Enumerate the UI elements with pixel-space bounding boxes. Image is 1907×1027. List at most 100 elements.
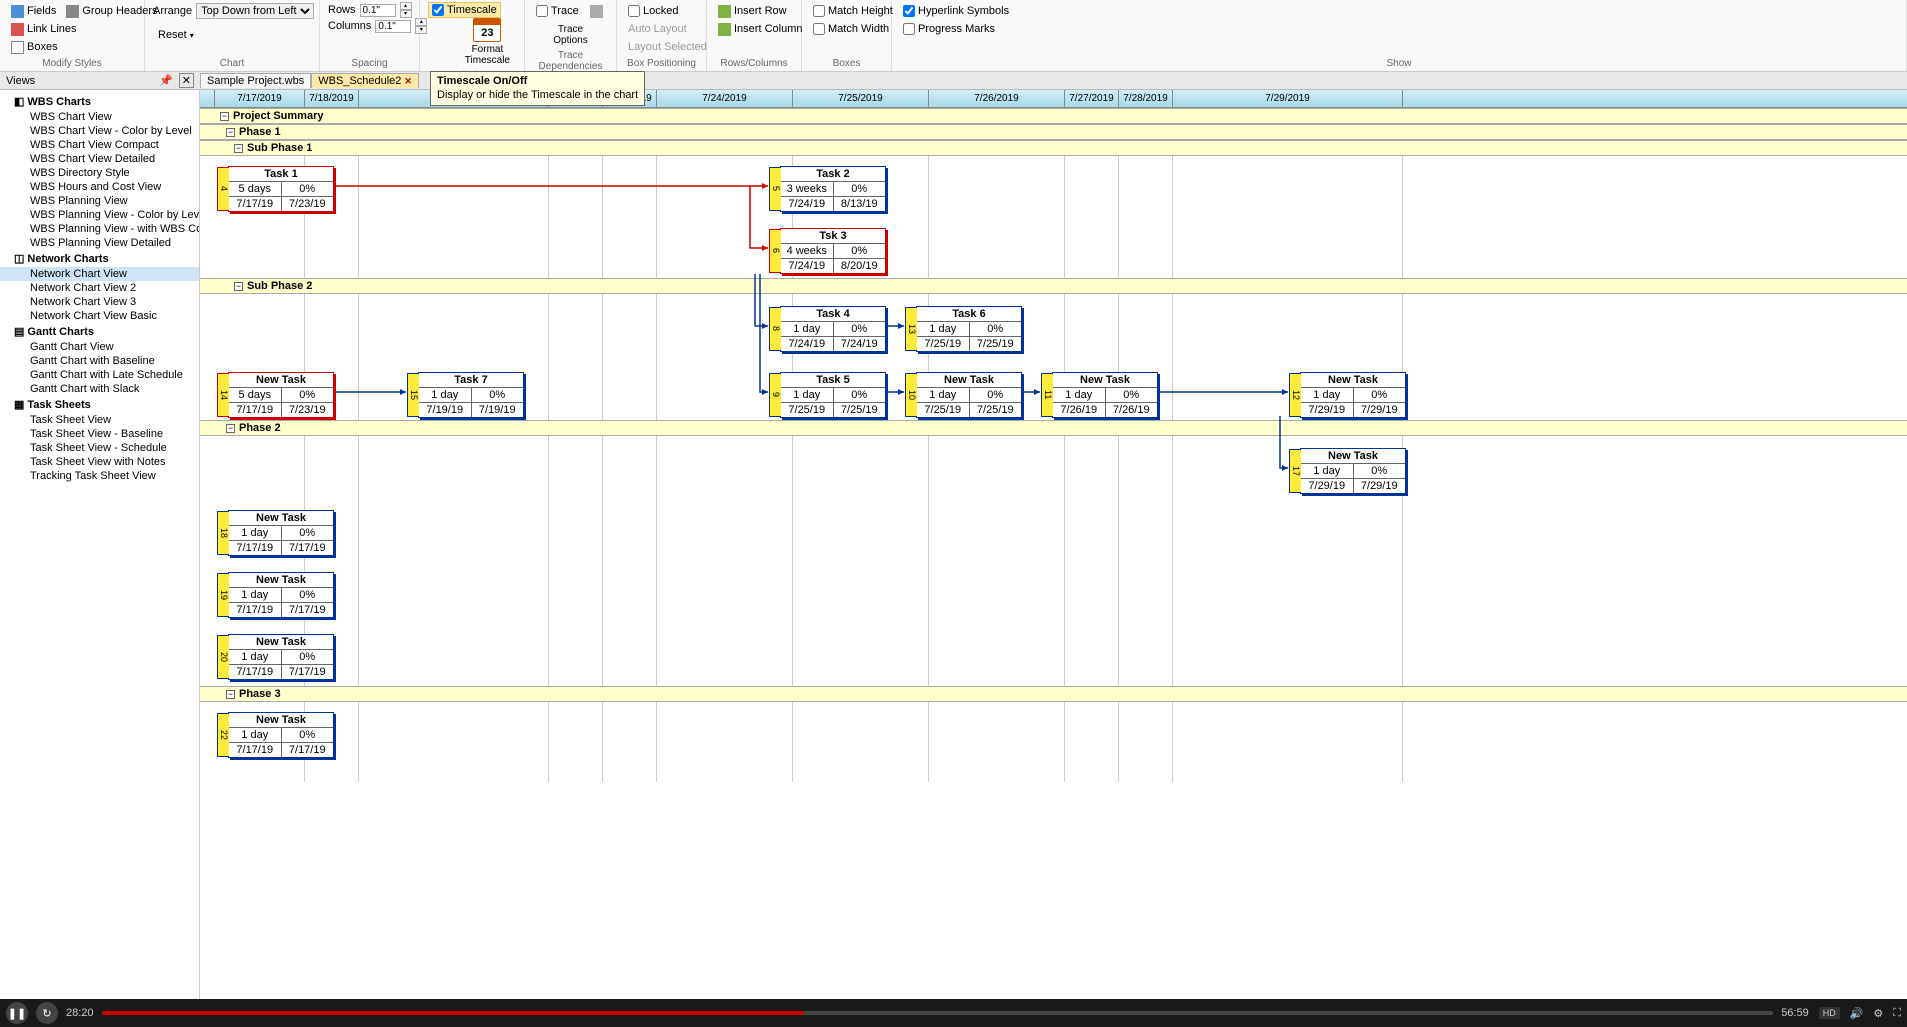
task-box[interactable]: 20New Task1 day0%7/17/197/17/19 (228, 634, 334, 680)
sidebar-item[interactable]: Task Sheet View (0, 413, 199, 427)
task-box[interactable]: 22New Task1 day0%7/17/197/17/19 (228, 712, 334, 758)
sidebar-header-network-charts[interactable]: ◫Network Charts (0, 250, 199, 267)
collapse-icon[interactable]: − (234, 144, 243, 153)
rows-columns-group-label: Rows/Columns (715, 56, 793, 69)
match-width-toggle[interactable]: Match Width (810, 22, 892, 36)
arrange-combo[interactable]: Top Down from Left (196, 3, 314, 19)
sidebar-item[interactable]: WBS Planning View - Color by Level (0, 208, 199, 222)
sidebar-item[interactable]: WBS Chart View - Color by Level (0, 124, 199, 138)
task-finish: 7/17/19 (282, 541, 334, 555)
sidebar-header-gantt-charts[interactable]: ▤Gantt Charts (0, 323, 199, 340)
sidebar-item[interactable]: WBS Hours and Cost View (0, 180, 199, 194)
sidebar-item[interactable]: Network Chart View Basic (0, 309, 199, 323)
trace-icon (590, 5, 603, 18)
sidebar-item[interactable]: Gantt Chart with Slack (0, 382, 199, 396)
sidebar-item[interactable]: Task Sheet View - Baseline (0, 427, 199, 441)
boxes-button[interactable]: Boxes (8, 40, 61, 55)
summary-phase1[interactable]: −Phase 1 (200, 124, 1907, 140)
fullscreen-icon[interactable]: ⛶ (1893, 1007, 1901, 1020)
task-box[interactable]: 12New Task1 day0%7/29/197/29/19 (1300, 372, 1406, 418)
insert-column-button[interactable]: Insert Column (715, 22, 805, 37)
sidebar-item[interactable]: Gantt Chart View (0, 340, 199, 354)
rows-spacing-label: Rows (328, 4, 356, 16)
trace-options-button[interactable]: TraceOptions (533, 22, 608, 48)
task-duration: 5 days (229, 182, 282, 196)
sidebar-header-wbs-charts[interactable]: ◧WBS Charts (0, 93, 199, 110)
close-tab-icon[interactable]: ✕ (404, 76, 412, 87)
task-box[interactable]: 13Task 61 day0%7/25/197/25/19 (916, 306, 1022, 352)
sidebar-item[interactable]: Task Sheet View with Notes (0, 455, 199, 469)
sidebar-item[interactable]: Gantt Chart with Baseline (0, 354, 199, 368)
task-duration: 1 day (1301, 388, 1354, 402)
collapse-icon[interactable]: − (226, 128, 235, 137)
replay-button[interactable]: ↻ (36, 1002, 58, 1024)
layout-selected-button[interactable]: Layout Selected (625, 40, 710, 54)
progress-marks-toggle[interactable]: Progress Marks (900, 22, 998, 36)
sidebar-item[interactable]: WBS Directory Style (0, 166, 199, 180)
sidebar-item[interactable]: WBS Planning View (0, 194, 199, 208)
task-box[interactable]: 8Task 41 day0%7/24/197/24/19 (780, 306, 886, 352)
hd-badge[interactable]: HD (1819, 1007, 1840, 1019)
ribbon: Fields Group Headers Link Lines Boxes Mo… (0, 0, 1907, 72)
task-box[interactable]: 18New Task1 day0%7/17/197/17/19 (228, 510, 334, 556)
task-duration: 1 day (781, 322, 834, 336)
sidebar-item[interactable]: WBS Planning View Detailed (0, 236, 199, 250)
task-percent: 0% (282, 650, 334, 664)
sidebar-item[interactable]: Gantt Chart with Late Schedule (0, 368, 199, 382)
match-height-toggle[interactable]: Match Height (810, 4, 896, 18)
summary-project[interactable]: −Project Summary (200, 108, 1907, 124)
sidebar-item[interactable]: Network Chart View 2 (0, 281, 199, 295)
sidebar-item[interactable]: Task Sheet View - Schedule (0, 441, 199, 455)
pin-icon[interactable]: 📌 (159, 74, 173, 87)
sidebar-item[interactable]: Network Chart View 3 (0, 295, 199, 309)
task-box[interactable]: 10New Task1 day0%7/25/197/25/19 (916, 372, 1022, 418)
task-box[interactable]: 9Task 51 day0%7/25/197/25/19 (780, 372, 886, 418)
sidebar-item[interactable]: WBS Chart View Detailed (0, 152, 199, 166)
link-lines-button[interactable]: Link Lines (8, 22, 80, 37)
locked-toggle[interactable]: Locked (625, 4, 681, 18)
summary-phase3[interactable]: −Phase 3 (200, 686, 1907, 702)
fields-button[interactable]: Fields (8, 4, 59, 19)
insert-row-button[interactable]: Insert Row (715, 4, 790, 19)
task-box[interactable]: 14New Task5 days0%7/17/197/23/19 (228, 372, 334, 418)
video-progress[interactable] (102, 1011, 1774, 1015)
sidebar-header-task-sheets[interactable]: ▦Task Sheets (0, 396, 199, 413)
summary-subphase2[interactable]: −Sub Phase 2 (200, 278, 1907, 294)
collapse-icon[interactable]: − (226, 424, 235, 433)
task-box[interactable]: 6Tsk 34 weeks0%7/24/198/20/19 (780, 228, 886, 274)
tab-sample-project[interactable]: Sample Project.wbs (200, 73, 311, 88)
sidebar-item[interactable]: WBS Chart View Compact (0, 138, 199, 152)
task-box[interactable]: 15Task 71 day0%7/19/197/19/19 (418, 372, 524, 418)
sidebar-item[interactable]: Tracking Task Sheet View (0, 469, 199, 483)
sidebar-item[interactable]: WBS Planning View - with WBS Codes (0, 222, 199, 236)
hyperlink-symbols-toggle[interactable]: Hyperlink Symbols (900, 4, 1012, 18)
close-panel-icon[interactable]: ✕ (179, 73, 194, 88)
task-box[interactable]: 5Task 23 weeks0%7/24/198/13/19 (780, 166, 886, 212)
collapse-icon[interactable]: − (234, 282, 243, 291)
cols-spacing-input[interactable] (375, 20, 411, 33)
auto-layout-button[interactable]: Auto Layout (625, 22, 690, 36)
volume-icon[interactable]: 🔊 (1850, 1007, 1864, 1020)
network-chart[interactable]: 7/17/20197/18/20197/19/20197/22/20197/23… (200, 90, 1907, 999)
settings-icon[interactable]: ⚙ (1873, 1007, 1883, 1020)
collapse-icon[interactable]: − (226, 690, 235, 699)
sidebar-item[interactable]: Network Chart View (0, 267, 199, 281)
summary-phase2[interactable]: −Phase 2 (200, 420, 1907, 436)
rows-spin-up[interactable]: ▴ (400, 2, 412, 10)
task-name: Task 4 (781, 307, 885, 322)
summary-subphase1[interactable]: −Sub Phase 1 (200, 140, 1907, 156)
reset-button[interactable]: Reset ▾ (155, 28, 197, 42)
trace-toggle[interactable]: Trace (533, 4, 582, 18)
pause-button[interactable]: ❚❚ (6, 1002, 28, 1024)
tab-wbs-schedule2[interactable]: WBS_Schedule2✕ (311, 73, 419, 88)
task-box[interactable]: 17New Task1 day0%7/29/197/29/19 (1300, 448, 1406, 494)
task-finish: 7/23/19 (282, 403, 334, 417)
format-timescale-button[interactable]: 23 FormatTimescale (459, 16, 516, 68)
sidebar-item[interactable]: WBS Chart View (0, 110, 199, 124)
rows-spacing-input[interactable] (360, 4, 396, 17)
task-box[interactable]: 11New Task1 day0%7/26/197/26/19 (1052, 372, 1158, 418)
rows-spin-down[interactable]: ▾ (400, 10, 412, 18)
collapse-icon[interactable]: − (220, 112, 229, 121)
task-box[interactable]: 19New Task1 day0%7/17/197/17/19 (228, 572, 334, 618)
task-box[interactable]: 4Task 15 days0%7/17/197/23/19 (228, 166, 334, 212)
